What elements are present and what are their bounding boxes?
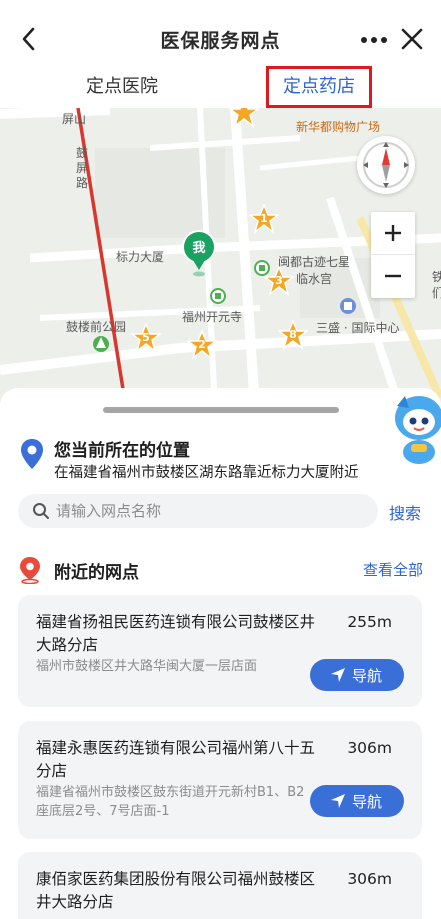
pharmacy-marker-5[interactable]: 5 bbox=[129, 321, 163, 353]
map-label-guping-road: 鼓屏路 bbox=[76, 146, 89, 190]
pharmacy-distance: 255m bbox=[347, 613, 392, 631]
zoom-in-button[interactable] bbox=[371, 212, 415, 255]
pharmacy-marker-8[interactable]: 8 bbox=[276, 318, 310, 350]
map-label-sansheng-center: 三盛 · 国际中心 bbox=[316, 321, 400, 335]
pharmacy-name: 福建永惠医药连锁有限公司福州第八十五分店 bbox=[36, 739, 316, 780]
pharmacy-address: 福建省福州市鼓楼区鼓东街道开元新村B1、B2座底层2号、7号店面-1 bbox=[36, 785, 305, 819]
search-input[interactable] bbox=[56, 494, 356, 528]
map-label-edge-2: 们 bbox=[432, 286, 441, 300]
zoom-out-button[interactable] bbox=[371, 255, 415, 298]
navigation-arrow-icon bbox=[331, 794, 345, 808]
close-button[interactable] bbox=[397, 24, 427, 54]
zoom-controls bbox=[371, 212, 415, 298]
search-icon bbox=[33, 503, 49, 519]
star-marker-icon bbox=[227, 108, 261, 128]
map-pin-icon bbox=[20, 557, 40, 584]
navigation-arrow-icon bbox=[331, 668, 345, 682]
nearby-header: 附近的网点 查看全部 bbox=[18, 554, 423, 584]
pharmacy-card[interactable]: 福建永惠医药连锁有限公司福州第八十五分店 306m 福建省福州市鼓楼区鼓东街道开… bbox=[18, 721, 422, 839]
navigate-label: 导航 bbox=[352, 793, 383, 811]
drag-handle[interactable] bbox=[103, 407, 339, 413]
map-label-gulouqian-park: 鼓楼前公园 bbox=[66, 320, 127, 334]
search-box bbox=[18, 494, 378, 528]
pharmacy-name: 康佰家医药集团股份有限公司福州鼓楼区井大路分店 bbox=[36, 870, 316, 911]
mascot-icon bbox=[395, 396, 441, 464]
navigate-label: 导航 bbox=[352, 667, 383, 685]
pharmacy-marker-1[interactable]: 1 bbox=[247, 202, 281, 234]
tab-designated-hospital[interactable]: 定点医院 bbox=[60, 66, 184, 108]
navigate-button[interactable]: 导航 bbox=[310, 785, 404, 817]
my-location-pin: 我 bbox=[180, 230, 218, 278]
nearby-title: 附近的网点 bbox=[54, 563, 139, 583]
compass-button[interactable] bbox=[357, 136, 415, 194]
map-label-biaoli-building: 标力大厦 bbox=[116, 250, 165, 264]
navigate-button[interactable]: 导航 bbox=[310, 659, 404, 691]
tab-designated-pharmacy[interactable]: 定点药店 bbox=[266, 66, 372, 108]
marker-number: 8 bbox=[289, 328, 297, 341]
map-view[interactable]: 屏山 鼓屏路 新华都购物广场 标力大厦 闽都古迹七星 临水宫 福州开元寺 鼓楼前… bbox=[0, 108, 441, 408]
current-location-address: 在福建省福州市鼓楼区湖东路靠近标力大厦附近 bbox=[54, 465, 359, 481]
more-dots-icon bbox=[361, 37, 387, 43]
mascot-image bbox=[389, 388, 441, 468]
pharmacy-card[interactable]: 福建省扬祖民医药连锁有限公司鼓楼区井大路分店 255m 福州市鼓楼区井大路华闽大… bbox=[18, 595, 422, 707]
location-pin-icon bbox=[21, 439, 43, 469]
map-label-kaiyuan-temple: 福州开元寺 bbox=[182, 310, 243, 324]
tab-bar: 定点医院 定点药店 bbox=[0, 60, 441, 110]
view-all-link[interactable]: 查看全部 bbox=[363, 559, 423, 580]
close-icon bbox=[401, 28, 423, 50]
pharmacy-name: 福建省扬祖民医药连锁有限公司鼓楼区井大路分店 bbox=[36, 613, 316, 654]
map-label-edge: 铁 bbox=[432, 270, 441, 284]
more-button[interactable] bbox=[359, 28, 389, 52]
pharmacy-marker[interactable] bbox=[227, 108, 261, 128]
current-location-title: 您当前所在的位置 bbox=[54, 441, 190, 461]
map-label-linshui-palace: 临水宫 bbox=[296, 272, 333, 286]
compass-icon bbox=[363, 142, 409, 188]
pharmacy-address: 福州市鼓楼区井大路华闽大厦一层店面 bbox=[36, 659, 258, 674]
search-button[interactable]: 搜索 bbox=[389, 500, 421, 524]
pharmacy-distance: 306m bbox=[347, 739, 392, 757]
marker-number: 3 bbox=[275, 274, 283, 287]
map-label-pingshan: 屏山 bbox=[62, 112, 87, 126]
minus-icon bbox=[385, 274, 401, 278]
marker-number: 2 bbox=[198, 338, 206, 351]
marker-number: 1 bbox=[260, 212, 268, 225]
pharmacy-marker-3[interactable]: 3 bbox=[262, 264, 296, 296]
pharmacy-marker-2[interactable]: 2 bbox=[185, 328, 219, 360]
map-label-xinhua-mall: 新华都购物广场 bbox=[296, 120, 381, 134]
me-label: 我 bbox=[192, 241, 206, 256]
bottom-sheet: 您当前所在的位置 在福建省福州市鼓楼区湖东路靠近标力大厦附近 搜索 附近的网点 … bbox=[0, 388, 441, 919]
pharmacy-distance: 306m bbox=[347, 870, 392, 888]
plus-icon bbox=[385, 225, 401, 241]
marker-number: 5 bbox=[142, 331, 150, 344]
pharmacy-card[interactable]: 康佰家医药集团股份有限公司福州鼓楼区井大路分店 306m bbox=[18, 852, 422, 919]
